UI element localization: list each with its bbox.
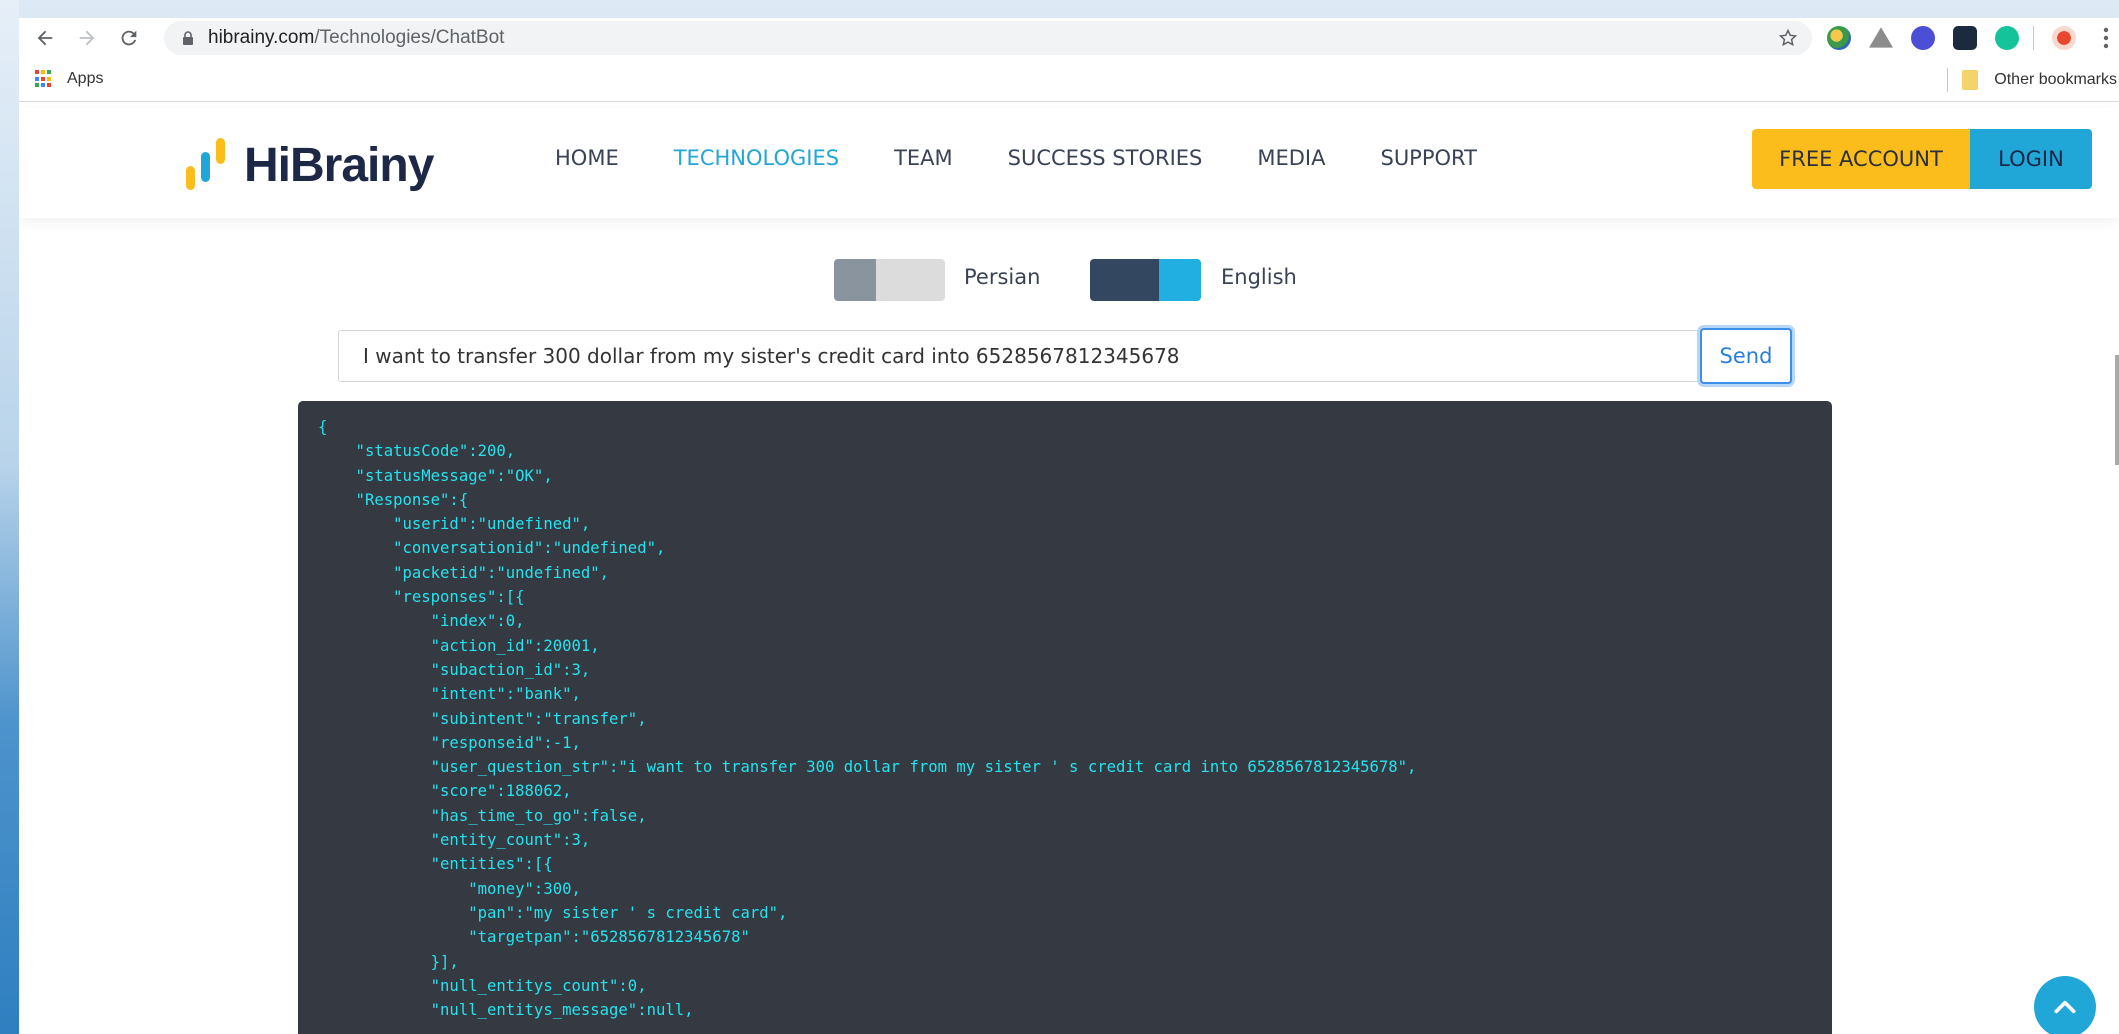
json-line: "conversationid":"undefined", [318,539,666,558]
json-line: "null_entitys_count":0, [318,976,647,995]
bookmarks-separator [1947,68,1949,92]
json-line: "subaction_id":3, [318,660,591,679]
forward-button[interactable] [71,22,103,54]
json-line: "targetpan":"6528567812345678" [318,928,750,947]
extension-drive-icon[interactable] [1869,27,1893,48]
english-toggle-track [1090,259,1159,301]
apps-bookmark[interactable]: Apps [35,70,103,88]
url-path: /Technologies/ChatBot [314,27,505,48]
json-line: "statusMessage":"OK", [318,466,553,485]
bookmarks-bar: Apps Other bookmarks [19,58,2119,102]
menu-dots-icon[interactable] [2103,27,2109,49]
json-line: "Response":{ [318,490,469,509]
chevron-up-icon [2054,1000,2076,1014]
json-line: { [318,418,328,436]
query-input[interactable] [338,330,1700,382]
english-toggle[interactable] [1090,259,1201,301]
other-bookmarks[interactable]: Other bookmarks [1947,68,2119,92]
reload-button[interactable] [113,22,145,54]
json-response-text: { "statusCode":200, "statusMessage":"OK"… [318,415,1812,1022]
json-line: "pan":"my sister ' s credit card", [318,903,788,922]
logo-bars-icon [184,136,236,194]
apps-grid-icon [35,70,53,88]
json-line: "subintent":"transfer", [318,709,647,728]
send-button[interactable]: Send [1700,328,1792,384]
json-line: "entities":[{ [318,855,553,874]
json-line: "action_id":20001, [318,636,600,655]
persian-toggle-knob [834,259,876,301]
url-text: hibrainy.com/Technologies/ChatBot [208,27,504,49]
json-line: "entity_count":3, [318,831,591,850]
json-line: "money":300, [318,879,581,898]
toolbar-separator [2033,26,2034,50]
json-line: "userid":"undefined", [318,515,591,534]
json-line: "has_time_to_go":false, [318,806,647,825]
logo-text: HiBrainy [244,138,434,192]
desktop-background [0,0,19,1034]
free-account-button[interactable]: FREE ACCOUNT [1752,129,1970,189]
address-bar[interactable]: hibrainy.com/Technologies/ChatBot [164,21,1812,55]
nav-team[interactable]: TEAM [894,146,953,170]
back-button[interactable] [29,22,61,54]
page-content: HiBrainy HOME TECHNOLOGIES TEAM SUCCESS … [19,108,2119,1034]
arrow-right-icon [79,30,95,46]
browser-toolbar: hibrainy.com/Technologies/ChatBot [19,18,2119,58]
english-label: English [1221,265,1297,289]
json-line: "user_question_str":"i want to transfer … [318,758,1417,777]
nav-support[interactable]: SUPPORT [1380,146,1476,170]
folder-icon [1962,70,1979,90]
persian-toggle-track [876,259,945,301]
nav-media[interactable]: MEDIA [1257,146,1325,170]
nav-home[interactable]: HOME [555,146,619,170]
json-line: "index":0, [318,612,525,631]
lock-icon [183,31,193,45]
json-line: "responses":[{ [318,588,525,607]
persian-toggle[interactable] [834,259,945,301]
login-button[interactable]: LOGIN [1970,129,2092,189]
extension-video-icon[interactable] [1953,26,1977,50]
page-scrollbar-thumb[interactable] [2115,355,2119,465]
other-bookmarks-label: Other bookmarks [1994,71,2117,88]
site-logo[interactable]: HiBrainy [184,136,434,194]
persian-label: Persian [964,265,1041,289]
extension-globe-icon[interactable] [1827,26,1851,50]
json-line: "null_entitys_message":null, [318,1001,694,1020]
star-icon[interactable] [1778,28,1798,48]
english-toggle-knob [1159,259,1201,301]
json-line: }], [318,952,459,971]
apps-label: Apps [67,70,104,87]
json-line: "score":188062, [318,782,572,801]
extension-check-icon[interactable] [1911,26,1935,50]
profile-avatar-icon[interactable] [2052,26,2076,50]
arrow-left-icon [37,30,53,46]
main-nav: HOME TECHNOLOGIES TEAM SUCCESS STORIES M… [555,146,1532,170]
site-header: HiBrainy HOME TECHNOLOGIES TEAM SUCCESS … [19,108,2119,218]
json-line: "responseid":-1, [318,733,581,752]
extensions-area [1809,24,2076,52]
scroll-to-top-button[interactable] [2034,976,2096,1034]
nav-success-stories[interactable]: SUCCESS STORIES [1008,146,1203,170]
browser-window: hibrainy.com/Technologies/ChatBot Apps O… [19,18,2119,1034]
reload-icon [121,30,137,46]
extension-grammarly-icon[interactable] [1995,26,2019,50]
url-host: hibrainy.com [208,27,315,48]
json-line: "packetid":"undefined", [318,563,610,582]
json-line: "statusCode":200, [318,442,516,461]
json-response-panel: { "statusCode":200, "statusMessage":"OK"… [298,401,1832,1034]
json-line: "intent":"bank", [318,685,581,704]
nav-technologies[interactable]: TECHNOLOGIES [674,146,839,170]
